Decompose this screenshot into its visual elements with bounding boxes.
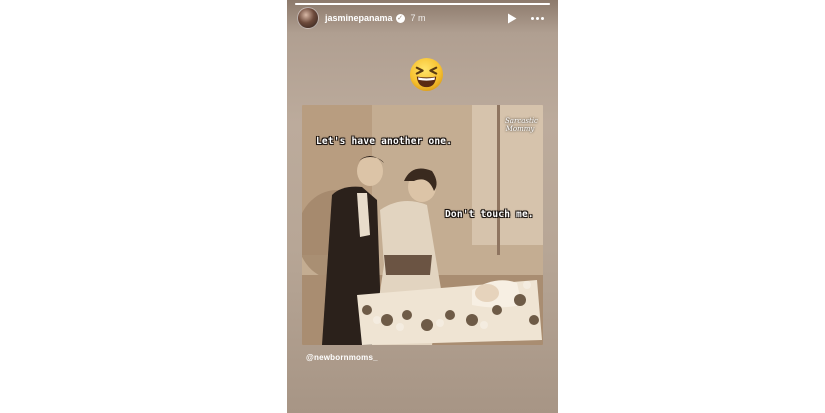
more-dot — [536, 16, 539, 20]
play-button[interactable] — [505, 11, 519, 25]
username[interactable]: jasminepanama — [325, 13, 393, 23]
grinning-squinting-face-icon — [409, 57, 444, 92]
more-dot — [531, 16, 534, 20]
more-dot — [541, 16, 544, 20]
more-options-button[interactable] — [531, 16, 544, 20]
story-progress-fill — [295, 3, 550, 5]
avatar[interactable] — [297, 7, 319, 29]
caption-top: Let's have another one. — [316, 136, 453, 147]
post-time: 7 m — [410, 13, 426, 23]
caption-right: Don't touch me. — [445, 209, 534, 220]
mention-sticker[interactable]: @newbornmoms_ — [306, 353, 378, 362]
logo: Sarcastic Mommy — [505, 117, 538, 133]
play-icon — [508, 13, 517, 23]
story-photo: Let's have another one. Don't touch me. … — [302, 105, 543, 345]
story-header: jasminepanama ✓ 7 m — [297, 7, 548, 29]
story-progress-bar — [295, 3, 550, 5]
verified-badge-icon: ✓ — [395, 13, 405, 23]
